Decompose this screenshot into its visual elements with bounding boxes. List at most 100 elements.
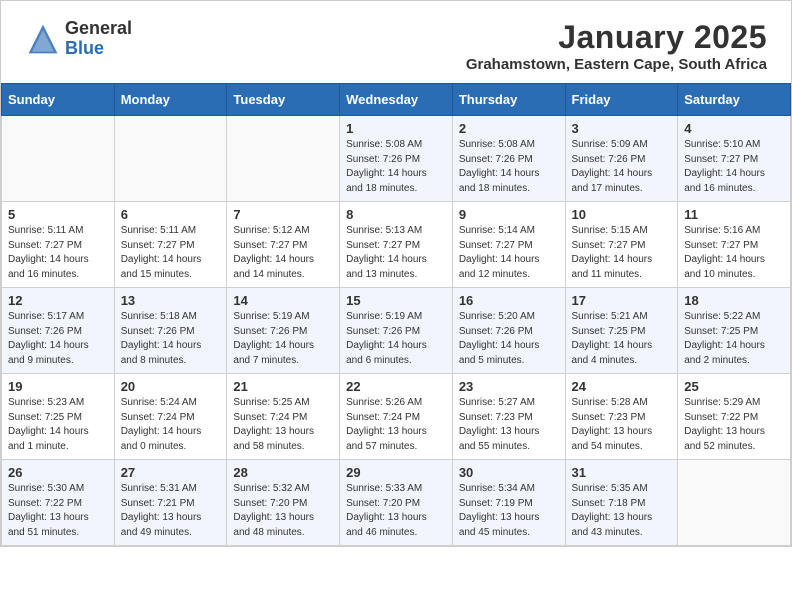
day-info: Sunrise: 5:26 AM Sunset: 7:24 PM Dayligh… xyxy=(346,396,446,454)
day-number: 17 xyxy=(572,293,672,308)
day-info: Sunrise: 5:19 AM Sunset: 7:26 PM Dayligh… xyxy=(233,310,333,368)
day-number: 11 xyxy=(684,207,784,222)
day-info: Sunrise: 5:14 AM Sunset: 7:27 PM Dayligh… xyxy=(459,224,559,282)
day-number: 31 xyxy=(572,465,672,480)
day-cell: 20Sunrise: 5:24 AM Sunset: 7:24 PM Dayli… xyxy=(114,374,227,460)
day-info: Sunrise: 5:09 AM Sunset: 7:26 PM Dayligh… xyxy=(572,138,672,196)
day-cell: 8Sunrise: 5:13 AM Sunset: 7:27 PM Daylig… xyxy=(340,202,453,288)
day-number: 7 xyxy=(233,207,333,222)
day-number: 29 xyxy=(346,465,446,480)
day-number: 30 xyxy=(459,465,559,480)
logo: General Blue xyxy=(25,19,132,59)
day-info: Sunrise: 5:18 AM Sunset: 7:26 PM Dayligh… xyxy=(121,310,221,368)
day-number: 20 xyxy=(121,379,221,394)
day-cell xyxy=(2,116,115,202)
day-info: Sunrise: 5:33 AM Sunset: 7:20 PM Dayligh… xyxy=(346,482,446,540)
logo-text: General Blue xyxy=(65,19,132,59)
day-cell: 11 Sunrise: 5:16 AM Sunset: 7:27 PM Dayli… xyxy=(678,202,791,288)
day-cell xyxy=(114,116,227,202)
day-number: 10 xyxy=(572,207,672,222)
day-number: 25 xyxy=(684,379,784,394)
logo-icon xyxy=(25,21,61,57)
day-info: Sunrise: 5:16 AM Sunset: 7:27 PM Dayligh… xyxy=(684,224,784,282)
day-info: Sunrise: 5:15 AM Sunset: 7:27 PM Dayligh… xyxy=(572,224,672,282)
day-cell: 3Sunrise: 5:09 AM Sunset: 7:26 PM Daylig… xyxy=(565,116,678,202)
day-number: 4 xyxy=(684,121,784,136)
header-cell-friday: Friday xyxy=(565,84,678,116)
day-info: Sunrise: 5:25 AM Sunset: 7:24 PM Dayligh… xyxy=(233,396,333,454)
day-number: 23 xyxy=(459,379,559,394)
day-number: 5 xyxy=(8,207,108,222)
week-row-4: 26 Sunrise: 5:30 AM Sunset: 7:22 PM Dayli… xyxy=(2,460,791,546)
day-number: 9 xyxy=(459,207,559,222)
day-info: Sunrise: 5:11 AM Sunset: 7:27 PM Dayligh… xyxy=(8,224,108,282)
day-number: 1 xyxy=(346,121,446,136)
day-cell: 30Sunrise: 5:34 AM Sunset: 7:19 PM Dayli… xyxy=(452,460,565,546)
day-number: 12 xyxy=(8,293,108,308)
day-cell: 23Sunrise: 5:27 AM Sunset: 7:23 PM Dayli… xyxy=(452,374,565,460)
day-cell: 19Sunrise: 5:23 AM Sunset: 7:25 PM Dayli… xyxy=(2,374,115,460)
day-number: 18 xyxy=(684,293,784,308)
day-number: 26 xyxy=(8,465,108,480)
day-info: Sunrise: 5:11 AM Sunset: 7:27 PM Dayligh… xyxy=(121,224,221,282)
day-cell: 28Sunrise: 5:32 AM Sunset: 7:20 PM Dayli… xyxy=(227,460,340,546)
day-number: 28 xyxy=(233,465,333,480)
week-row-2: 12 Sunrise: 5:17 AM Sunset: 7:26 PM Dayli… xyxy=(2,288,791,374)
day-cell: 7 Sunrise: 5:12 AM Sunset: 7:27 PM Daylig… xyxy=(227,202,340,288)
day-cell: 6 Sunrise: 5:11 AM Sunset: 7:27 PM Daylig… xyxy=(114,202,227,288)
day-cell: 27 Sunrise: 5:31 AM Sunset: 7:21 PM Dayli… xyxy=(114,460,227,546)
day-cell: 22Sunrise: 5:26 AM Sunset: 7:24 PM Dayli… xyxy=(340,374,453,460)
title-area: January 2025 Grahamstown, Eastern Cape, … xyxy=(466,19,767,73)
header-cell-saturday: Saturday xyxy=(678,84,791,116)
week-row-1: 5 Sunrise: 5:11 AM Sunset: 7:27 PM Daylig… xyxy=(2,202,791,288)
day-cell: 5 Sunrise: 5:11 AM Sunset: 7:27 PM Daylig… xyxy=(2,202,115,288)
day-cell: 14 Sunrise: 5:19 AM Sunset: 7:26 PM Dayli… xyxy=(227,288,340,374)
day-cell: 21 Sunrise: 5:25 AM Sunset: 7:24 PM Dayli… xyxy=(227,374,340,460)
day-number: 19 xyxy=(8,379,108,394)
day-number: 14 xyxy=(233,293,333,308)
header-cell-wednesday: Wednesday xyxy=(340,84,453,116)
day-number: 2 xyxy=(459,121,559,136)
day-cell xyxy=(227,116,340,202)
calendar-page: General Blue January 2025 Grahamstown, E… xyxy=(0,0,792,547)
day-info: Sunrise: 5:30 AM Sunset: 7:22 PM Dayligh… xyxy=(8,482,108,540)
day-info: Sunrise: 5:13 AM Sunset: 7:27 PM Dayligh… xyxy=(346,224,446,282)
day-number: 6 xyxy=(121,207,221,222)
location: Grahamstown, Eastern Cape, South Africa xyxy=(466,56,767,73)
day-number: 24 xyxy=(572,379,672,394)
day-cell: 13Sunrise: 5:18 AM Sunset: 7:26 PM Dayli… xyxy=(114,288,227,374)
day-info: Sunrise: 5:19 AM Sunset: 7:26 PM Dayligh… xyxy=(346,310,446,368)
day-cell: 10 Sunrise: 5:15 AM Sunset: 7:27 PM Dayli… xyxy=(565,202,678,288)
day-info: Sunrise: 5:17 AM Sunset: 7:26 PM Dayligh… xyxy=(8,310,108,368)
day-info: Sunrise: 5:08 AM Sunset: 7:26 PM Dayligh… xyxy=(346,138,446,196)
day-info: Sunrise: 5:31 AM Sunset: 7:21 PM Dayligh… xyxy=(121,482,221,540)
week-row-0: 1 Sunrise: 5:08 AM Sunset: 7:26 PM Daylig… xyxy=(2,116,791,202)
day-number: 21 xyxy=(233,379,333,394)
day-cell: 2Sunrise: 5:08 AM Sunset: 7:26 PM Daylig… xyxy=(452,116,565,202)
day-cell: 9 Sunrise: 5:14 AM Sunset: 7:27 PM Daylig… xyxy=(452,202,565,288)
calendar-table: SundayMondayTuesdayWednesdayThursdayFrid… xyxy=(1,83,791,546)
day-cell: 29 Sunrise: 5:33 AM Sunset: 7:20 PM Dayli… xyxy=(340,460,453,546)
day-info: Sunrise: 5:10 AM Sunset: 7:27 PM Dayligh… xyxy=(684,138,784,196)
day-cell xyxy=(678,460,791,546)
day-cell: 16Sunrise: 5:20 AM Sunset: 7:26 PM Dayli… xyxy=(452,288,565,374)
day-number: 27 xyxy=(121,465,221,480)
month-year: January 2025 xyxy=(466,19,767,56)
day-cell: 15Sunrise: 5:19 AM Sunset: 7:26 PM Dayli… xyxy=(340,288,453,374)
day-info: Sunrise: 5:28 AM Sunset: 7:23 PM Dayligh… xyxy=(572,396,672,454)
day-info: Sunrise: 5:21 AM Sunset: 7:25 PM Dayligh… xyxy=(572,310,672,368)
day-cell: 26 Sunrise: 5:30 AM Sunset: 7:22 PM Dayli… xyxy=(2,460,115,546)
header-cell-thursday: Thursday xyxy=(452,84,565,116)
day-cell: 25Sunrise: 5:29 AM Sunset: 7:22 PM Dayli… xyxy=(678,374,791,460)
day-cell: 12 Sunrise: 5:17 AM Sunset: 7:26 PM Dayli… xyxy=(2,288,115,374)
header-row: SundayMondayTuesdayWednesdayThursdayFrid… xyxy=(2,84,791,116)
logo-general-text: General xyxy=(65,19,132,39)
day-cell: 1 Sunrise: 5:08 AM Sunset: 7:26 PM Daylig… xyxy=(340,116,453,202)
day-info: Sunrise: 5:12 AM Sunset: 7:27 PM Dayligh… xyxy=(233,224,333,282)
calendar-header: SundayMondayTuesdayWednesdayThursdayFrid… xyxy=(2,84,791,116)
header-cell-sunday: Sunday xyxy=(2,84,115,116)
calendar-body: 1 Sunrise: 5:08 AM Sunset: 7:26 PM Daylig… xyxy=(2,116,791,546)
day-info: Sunrise: 5:35 AM Sunset: 7:18 PM Dayligh… xyxy=(572,482,672,540)
day-cell: 4 Sunrise: 5:10 AM Sunset: 7:27 PM Daylig… xyxy=(678,116,791,202)
day-cell: 31 Sunrise: 5:35 AM Sunset: 7:18 PM Dayli… xyxy=(565,460,678,546)
